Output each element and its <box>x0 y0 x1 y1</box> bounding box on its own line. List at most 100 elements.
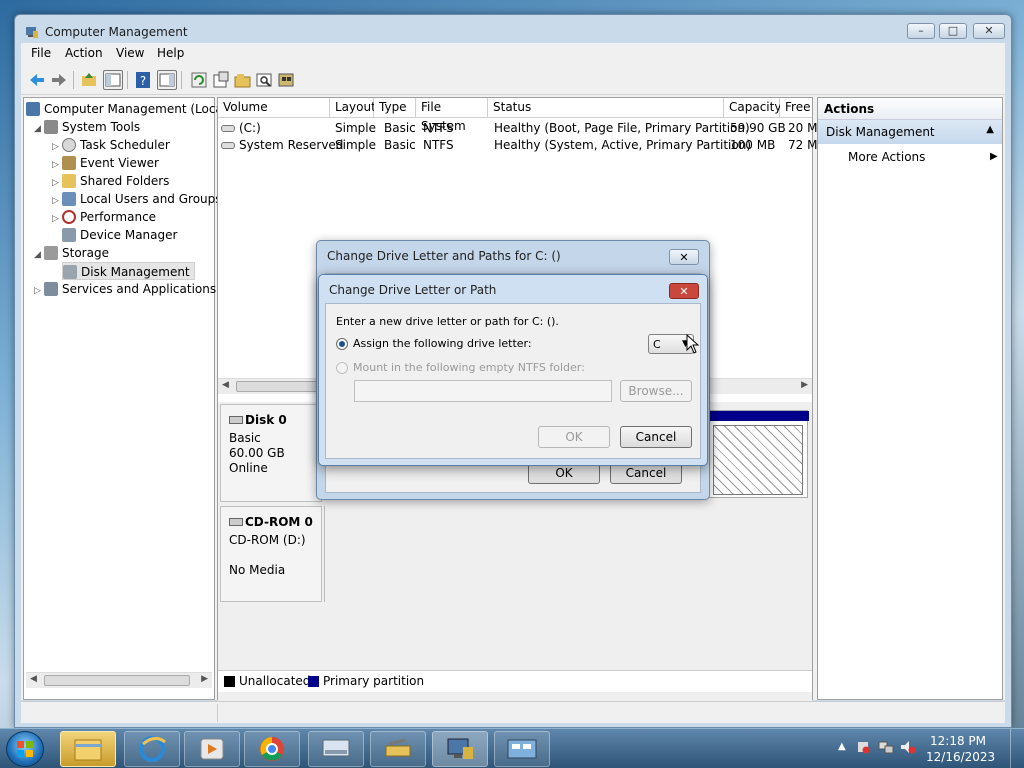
column-header-file-system[interactable]: File System <box>416 98 488 133</box>
drive-icon <box>221 125 235 132</box>
tree-item-shared-folders[interactable]: ▷ Shared Folders <box>52 172 169 190</box>
legend-primary-label: Primary partition <box>323 674 425 688</box>
assign-letter-radio[interactable] <box>336 338 348 350</box>
column-header-volume[interactable]: Volume <box>218 98 330 118</box>
network-icon[interactable] <box>878 740 894 754</box>
dialog-close-button[interactable]: ✕ <box>669 283 699 299</box>
scroll-left-icon[interactable]: ◀ <box>222 380 229 390</box>
browse-button[interactable]: Browse... <box>620 380 692 402</box>
close-button[interactable]: ✕ <box>973 23 1005 39</box>
scroll-right-icon[interactable]: ▶ <box>801 380 808 390</box>
column-header-free[interactable]: Free <box>780 98 812 118</box>
column-header-capacity[interactable]: Capacity <box>724 98 781 118</box>
refresh-icon[interactable] <box>189 70 209 90</box>
scroll-right-icon[interactable]: ▶ <box>201 674 208 684</box>
mount-folder-radio[interactable] <box>336 362 348 374</box>
collapse-arrow-icon[interactable]: ◢ <box>34 120 44 138</box>
taskbar-keyboard-app[interactable] <box>308 731 364 767</box>
minimize-button[interactable]: – <box>907 23 935 39</box>
expand-arrow-icon[interactable]: ▷ <box>52 210 62 228</box>
cancel-button[interactable]: Cancel <box>620 426 692 448</box>
action-center-icon[interactable] <box>856 740 870 754</box>
cdrom-name: CD-ROM 0 <box>245 515 313 529</box>
volume-muted-icon[interactable] <box>900 740 916 754</box>
search-icon[interactable] <box>255 70 275 90</box>
expand-arrow-icon[interactable]: ▷ <box>34 282 44 300</box>
taskbar-media-player[interactable] <box>184 731 240 767</box>
tree-item-system-tools[interactable]: ◢ System Tools <box>34 118 140 136</box>
clock-time[interactable]: 12:18 PM <box>930 734 986 748</box>
ok-button[interactable]: OK <box>538 426 610 448</box>
taskbar-tools-app[interactable] <box>370 731 426 767</box>
mount-folder-label: Mount in the following empty NTFS folder… <box>353 361 585 374</box>
scroll-left-icon[interactable]: ◀ <box>30 674 37 684</box>
open-folder-icon[interactable] <box>233 70 253 90</box>
status-section <box>217 704 813 722</box>
actions-section-disk-management[interactable]: Disk Management ▲ <box>818 120 1002 144</box>
help-icon[interactable]: ? <box>133 70 153 90</box>
table-row[interactable]: System Reserved Simple Basic NTFS Health… <box>218 137 817 154</box>
menu-action[interactable]: Action <box>65 46 103 60</box>
legend-primary-swatch <box>308 676 319 687</box>
taskbar-control-panel[interactable] <box>494 731 550 767</box>
show-hide-tree-icon[interactable] <box>103 70 123 90</box>
cdrom-0-label[interactable]: CD-ROM 0 CD-ROM (D:) No Media <box>220 506 322 602</box>
menu-view[interactable]: View <box>116 46 144 60</box>
tree-item-device-manager[interactable]: Device Manager <box>62 226 177 244</box>
scroll-thumb[interactable] <box>236 381 326 392</box>
show-action-pane-icon[interactable] <box>157 70 177 90</box>
change-drive-letter-dialog: Change Drive Letter or Path ✕ Enter a ne… <box>318 274 708 466</box>
more-actions-link[interactable]: More Actions <box>848 150 925 164</box>
cdrom-media: No Media <box>229 563 286 577</box>
submenu-arrow-icon[interactable]: ▶ <box>990 151 998 162</box>
taskbar-chrome[interactable] <box>244 731 300 767</box>
tree-item-root[interactable]: Computer Management (Local <box>26 100 226 118</box>
tree-scrollbar[interactable]: ◀ ▶ <box>26 672 212 688</box>
tree-item-local-users[interactable]: ▷ Local Users and Groups <box>52 190 222 208</box>
column-header-layout[interactable]: Layout <box>330 98 376 118</box>
taskbar-internet-explorer[interactable] <box>124 731 180 767</box>
dialog-title: Change Drive Letter or Path <box>329 283 497 297</box>
menu-help[interactable]: Help <box>157 46 184 60</box>
tree-item-event-viewer[interactable]: ▷ Event Viewer <box>52 154 159 172</box>
forward-icon[interactable] <box>49 70 69 90</box>
collapse-arrow-icon[interactable]: ◢ <box>34 246 44 264</box>
close-icon: ✕ <box>679 251 689 264</box>
tree-item-performance[interactable]: ▷ Performance <box>52 208 156 226</box>
disk-size: 60.00 GB <box>229 446 285 460</box>
tree-label: System Tools <box>62 120 141 134</box>
tree-item-task-scheduler[interactable]: ▷ Task Scheduler <box>52 136 170 154</box>
menu-file[interactable]: File <box>31 46 51 60</box>
taskbar-computer-management[interactable] <box>432 731 488 767</box>
collapse-up-icon[interactable]: ▲ <box>986 124 994 135</box>
scroll-thumb[interactable] <box>44 675 190 686</box>
tree-item-services[interactable]: ▷ Services and Applications <box>34 280 216 298</box>
up-folder-icon[interactable] <box>79 70 99 90</box>
disk-management-icon <box>63 265 77 279</box>
taskbar-explorer[interactable] <box>60 731 116 767</box>
tools-icon <box>385 738 411 757</box>
maximize-button[interactable]: □ <box>939 23 967 39</box>
tree-label: Task Scheduler <box>80 138 170 152</box>
back-icon[interactable] <box>27 70 47 90</box>
dialog-close-button[interactable]: ✕ <box>669 249 699 265</box>
column-header-status[interactable]: Status <box>488 98 724 118</box>
volume-status: Healthy (Boot, Page File, Primary Partit… <box>494 121 750 135</box>
assign-letter-label[interactable]: Assign the following drive letter: <box>353 337 532 350</box>
start-button[interactable] <box>6 731 44 767</box>
volume-file-system: NTFS <box>423 121 454 135</box>
mouse-cursor <box>686 333 700 354</box>
column-header-type[interactable]: Type <box>374 98 416 118</box>
disk-0-label[interactable]: Disk 0 Basic 60.00 GB Online <box>220 404 322 502</box>
tree-item-disk-management[interactable]: Disk Management <box>62 262 195 280</box>
show-hidden-icons-icon[interactable]: ▲ <box>838 741 846 752</box>
table-row[interactable]: (C:) Simple Basic NTFS Healthy (Boot, Pa… <box>218 120 817 137</box>
properties-icon[interactable] <box>211 70 231 90</box>
disk-settings-icon[interactable] <box>277 70 297 90</box>
tree-item-storage[interactable]: ◢ Storage <box>34 244 109 262</box>
folder-path-input[interactable] <box>354 380 612 402</box>
cdrom-type: CD-ROM (D:) <box>229 533 306 547</box>
show-desktop-button[interactable] <box>1010 729 1024 768</box>
partition-c-block[interactable] <box>713 425 803 495</box>
clock-date[interactable]: 12/16/2023 <box>926 750 995 764</box>
